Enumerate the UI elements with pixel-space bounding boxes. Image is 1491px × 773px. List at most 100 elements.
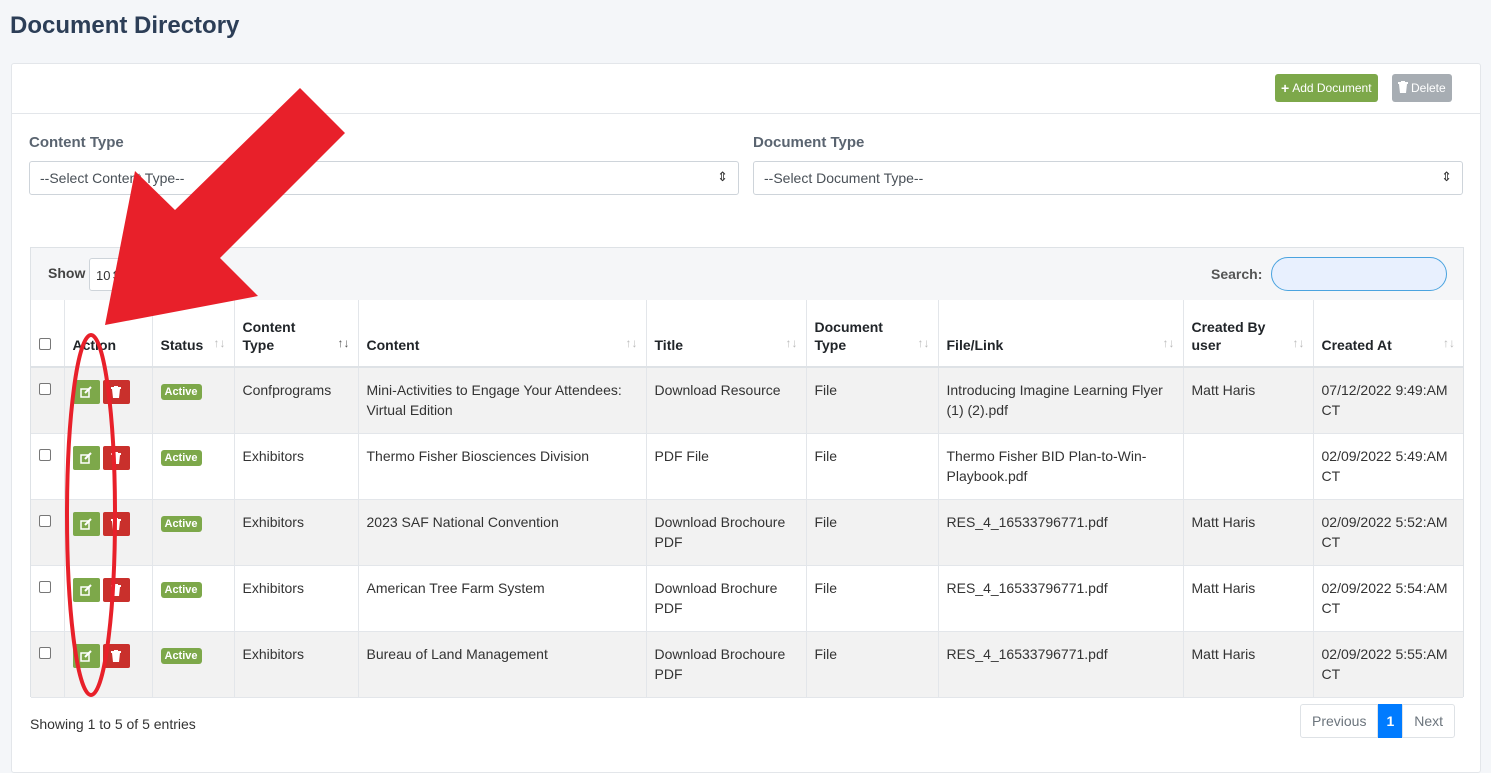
table-row: Active Exhibitors Bureau of Land Managemen… bbox=[31, 631, 1463, 698]
cell-content: Mini-Activities to Engage Your Attendees… bbox=[357, 367, 646, 434]
cell-action bbox=[63, 433, 152, 500]
edit-button[interactable] bbox=[72, 643, 100, 668]
column-header-created-at[interactable]: Created At ↑↓ bbox=[1312, 300, 1463, 368]
page-length-select[interactable]: 10⇕ bbox=[89, 258, 134, 291]
cell-status: Active bbox=[151, 631, 234, 698]
trash-icon bbox=[111, 583, 121, 596]
trash-icon bbox=[111, 451, 121, 464]
edit-icon bbox=[80, 517, 92, 530]
edit-button[interactable] bbox=[72, 380, 100, 404]
cell-created-at: 07/12/2022 9:49:AM CT bbox=[1312, 367, 1463, 434]
edit-icon bbox=[80, 386, 92, 398]
content-type-value: --Select Content Type-- bbox=[40, 170, 185, 186]
row-checkbox[interactable] bbox=[39, 448, 51, 461]
page-title: Document Directory bbox=[10, 12, 240, 39]
sort-icon: ↑↓ bbox=[1162, 336, 1175, 350]
cell-created-by: Matt Haris bbox=[1182, 499, 1313, 566]
page-1-button[interactable]: 1 bbox=[1378, 704, 1403, 738]
cell-content-type: Confprograms bbox=[233, 367, 358, 434]
cell-select bbox=[31, 433, 64, 500]
column-header-file-link[interactable]: File/Link ↑↓ bbox=[937, 300, 1183, 368]
cell-file-link: RES_4_16533796771.pdf bbox=[937, 631, 1183, 698]
add-document-button[interactable]: + Add Document bbox=[1275, 74, 1378, 102]
cell-created-at: 02/09/2022 5:52:AM CT bbox=[1312, 499, 1463, 566]
cell-file-link: RES_4_16533796771.pdf bbox=[937, 565, 1183, 632]
cell-status: Active bbox=[151, 367, 234, 434]
cell-created-at: 02/09/2022 5:49:AM CT bbox=[1312, 433, 1463, 500]
sort-asc-icon: ↑↓ bbox=[337, 336, 350, 350]
delete-row-button[interactable] bbox=[102, 445, 130, 470]
cell-document-type: File bbox=[805, 367, 938, 434]
sort-icon: ↑↓ bbox=[1292, 336, 1305, 350]
status-badge: Active bbox=[160, 647, 202, 664]
select-all-header bbox=[31, 300, 64, 368]
card-header: + Add Document Delete bbox=[12, 64, 1480, 114]
cell-content-type: Exhibitors bbox=[233, 433, 358, 500]
table-header-row: Action Status ↑↓ Content Type ↑↓ Content ↑↓… bbox=[31, 300, 1463, 368]
edit-icon bbox=[80, 451, 92, 464]
filters: Content Type --Select Content Type-- ⇕ D… bbox=[12, 114, 1480, 244]
cell-document-type: File bbox=[805, 499, 938, 566]
column-header-content-type[interactable]: Content Type ↑↓ bbox=[233, 300, 358, 368]
sort-icon: ↑↓ bbox=[625, 336, 638, 350]
delete-row-button[interactable] bbox=[102, 643, 130, 668]
edit-button[interactable] bbox=[72, 445, 100, 470]
cell-content-type: Exhibitors bbox=[233, 565, 358, 632]
select-arrows-icon: ⇕ bbox=[717, 169, 728, 184]
next-page-button[interactable]: Next bbox=[1402, 704, 1456, 738]
column-header-created-by[interactable]: Created By user ↑↓ bbox=[1182, 300, 1313, 368]
row-checkbox[interactable] bbox=[39, 383, 51, 395]
select-arrows-icon: ⇕ bbox=[1441, 169, 1452, 184]
trash-icon bbox=[111, 649, 121, 662]
column-header-title[interactable]: Title ↑↓ bbox=[645, 300, 806, 368]
content-type-select[interactable]: --Select Content Type-- ⇕ bbox=[29, 161, 739, 195]
column-header-content[interactable]: Content ↑↓ bbox=[357, 300, 646, 368]
cell-action bbox=[63, 499, 152, 566]
trash-icon bbox=[1398, 80, 1408, 96]
documents-table: Action Status ↑↓ Content Type ↑↓ Content ↑↓… bbox=[31, 300, 1463, 698]
column-label: Created At bbox=[1321, 337, 1392, 353]
cell-content: Bureau of Land Management bbox=[357, 631, 646, 698]
cell-file-link: Introducing Imagine Learning Flyer (1) (… bbox=[937, 367, 1183, 434]
edit-icon bbox=[80, 649, 92, 662]
cell-content-type: Exhibitors bbox=[233, 499, 358, 566]
sort-icon: ↑↓ bbox=[213, 336, 226, 350]
cell-title: Download Brochure PDF bbox=[645, 565, 806, 632]
cell-created-at: 02/09/2022 5:54:AM CT bbox=[1312, 565, 1463, 632]
previous-page-button[interactable]: Previous bbox=[1300, 704, 1379, 738]
delete-row-button[interactable] bbox=[102, 577, 130, 602]
cell-title: Download Resource bbox=[645, 367, 806, 434]
column-header-status[interactable]: Status ↑↓ bbox=[151, 300, 234, 368]
cell-title: Download Brochoure PDF bbox=[645, 631, 806, 698]
status-badge: Active bbox=[160, 581, 202, 598]
document-type-value: --Select Document Type-- bbox=[764, 170, 924, 186]
cell-content: 2023 SAF National Convention bbox=[357, 499, 646, 566]
delete-row-button[interactable] bbox=[102, 511, 130, 536]
edit-button[interactable] bbox=[72, 577, 100, 602]
status-badge: Active bbox=[160, 449, 202, 466]
cell-content-type: Exhibitors bbox=[233, 631, 358, 698]
cell-action bbox=[63, 367, 152, 434]
cell-status: Active bbox=[151, 499, 234, 566]
cell-document-type: File bbox=[805, 631, 938, 698]
document-card: + Add Document Delete Content Type --Sel… bbox=[11, 63, 1481, 773]
select-all-checkbox[interactable] bbox=[39, 338, 51, 350]
status-badge: Active bbox=[160, 515, 202, 532]
column-label: Created By user bbox=[1191, 319, 1266, 353]
cell-select bbox=[31, 367, 64, 434]
edit-button[interactable] bbox=[72, 511, 100, 536]
document-type-select[interactable]: --Select Document Type-- ⇕ bbox=[753, 161, 1463, 195]
delete-button[interactable]: Delete bbox=[1392, 74, 1452, 102]
cell-title: PDF File bbox=[645, 433, 806, 500]
edit-icon bbox=[80, 583, 92, 596]
row-checkbox[interactable] bbox=[39, 514, 51, 527]
table-controls: Show 10⇕ Search: bbox=[31, 248, 1463, 300]
row-checkbox[interactable] bbox=[39, 646, 51, 659]
table-row: Active Confprograms Mini-Activities to Eng… bbox=[31, 367, 1463, 434]
column-header-document-type[interactable]: Document Type ↑↓ bbox=[805, 300, 938, 368]
document-type-label: Document Type bbox=[753, 134, 865, 151]
delete-row-button[interactable] bbox=[102, 380, 130, 404]
search-input[interactable] bbox=[1271, 257, 1447, 291]
cell-document-type: File bbox=[805, 565, 938, 632]
row-checkbox[interactable] bbox=[39, 580, 51, 593]
